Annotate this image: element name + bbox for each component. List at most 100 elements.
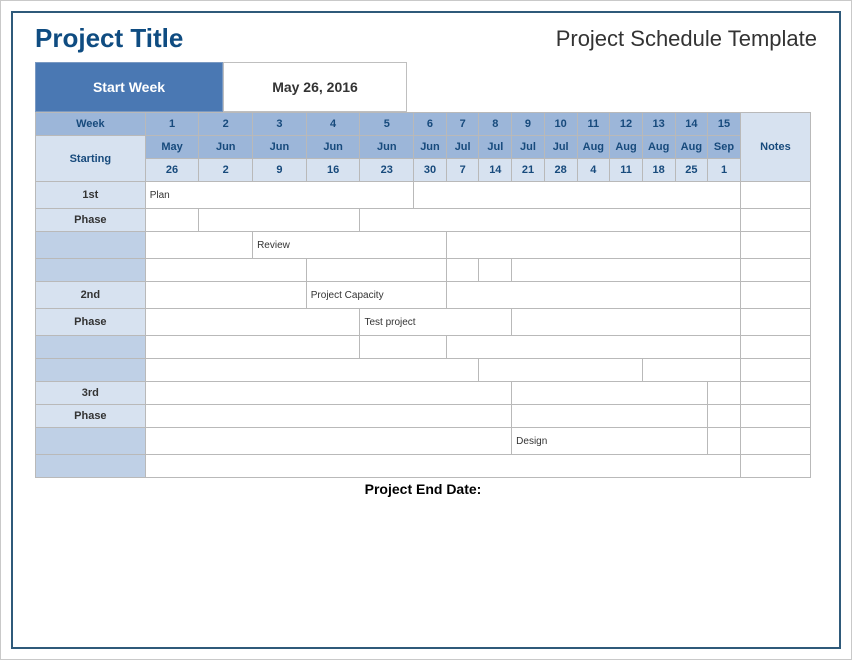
week-num: 14: [675, 113, 708, 136]
day-cell: 1: [708, 159, 741, 182]
day-cell: 26: [145, 159, 199, 182]
week-num: 6: [414, 113, 447, 136]
task-bar[interactable]: [306, 259, 446, 282]
task-bar[interactable]: [479, 259, 512, 282]
task-bar[interactable]: [512, 382, 708, 405]
table-row: [36, 259, 811, 282]
week-num: 7: [446, 113, 479, 136]
day-cell: 14: [479, 159, 512, 182]
day-cell: 25: [675, 159, 708, 182]
week-num: 3: [253, 113, 307, 136]
notes-cell[interactable]: [740, 405, 810, 428]
notes-cell[interactable]: [740, 259, 810, 282]
day-cell: 18: [642, 159, 675, 182]
week-num: 12: [610, 113, 643, 136]
month-row: Starting May Jun Jun Jun Jun Jun Jul Jul…: [36, 136, 811, 159]
week-num: 5: [360, 113, 414, 136]
notes-header: Notes: [740, 113, 810, 182]
table-row: [36, 336, 811, 359]
notes-cell[interactable]: [740, 232, 810, 259]
row-label: [36, 336, 146, 359]
project-title: Project Title: [35, 23, 183, 54]
notes-cell[interactable]: [740, 336, 810, 359]
day-row: 26 2 9 16 23 30 7 14 21 28 4 11 18 25 1: [36, 159, 811, 182]
row-label: [36, 232, 146, 259]
template-title: Project Schedule Template: [556, 26, 817, 52]
week-num: 2: [199, 113, 253, 136]
month-cell: Jun: [414, 136, 447, 159]
task-bar-plan[interactable]: Plan: [145, 182, 413, 209]
day-cell: 9: [253, 159, 307, 182]
day-cell: 30: [414, 159, 447, 182]
table-row: Design: [36, 428, 811, 455]
row-label: 2nd: [36, 282, 146, 309]
task-bar[interactable]: [512, 405, 708, 428]
notes-cell[interactable]: [740, 282, 810, 309]
row-label: [36, 455, 146, 478]
row-label: Phase: [36, 309, 146, 336]
month-cell: Jun: [253, 136, 307, 159]
day-cell: 7: [446, 159, 479, 182]
notes-cell[interactable]: [740, 309, 810, 336]
day-cell: 11: [610, 159, 643, 182]
day-cell: 21: [512, 159, 545, 182]
week-num: 4: [306, 113, 360, 136]
row-label: 3rd: [36, 382, 146, 405]
week-num: 8: [479, 113, 512, 136]
month-cell: Jul: [544, 136, 577, 159]
day-cell: 28: [544, 159, 577, 182]
month-cell: Jun: [360, 136, 414, 159]
task-bar-test[interactable]: Test project: [360, 309, 512, 336]
day-cell: 16: [306, 159, 360, 182]
notes-cell[interactable]: [740, 455, 810, 478]
task-bar-review[interactable]: Review: [253, 232, 447, 259]
end-date-label: Project End Date:: [36, 478, 811, 501]
week-num: 9: [512, 113, 545, 136]
notes-cell[interactable]: [740, 359, 810, 382]
sheet-frame: Project Title Project Schedule Template …: [11, 11, 841, 649]
task-bar-capacity[interactable]: Project Capacity: [306, 282, 446, 309]
month-cell: Jun: [306, 136, 360, 159]
month-cell: Jul: [446, 136, 479, 159]
notes-cell[interactable]: [740, 209, 810, 232]
table-row: [36, 359, 811, 382]
month-cell: Aug: [642, 136, 675, 159]
table-row: Phase Test project: [36, 309, 811, 336]
task-bar[interactable]: [360, 336, 446, 359]
notes-cell[interactable]: [740, 428, 810, 455]
month-cell: Jul: [479, 136, 512, 159]
week-header: Week: [36, 113, 146, 136]
task-bar[interactable]: [199, 209, 360, 232]
month-cell: Jun: [199, 136, 253, 159]
month-cell: May: [145, 136, 199, 159]
start-week-row: Start Week May 26, 2016: [35, 62, 817, 112]
table-row: [36, 455, 811, 478]
table-row: Phase: [36, 405, 811, 428]
week-num: 10: [544, 113, 577, 136]
month-cell: Aug: [675, 136, 708, 159]
start-week-date[interactable]: May 26, 2016: [223, 62, 407, 112]
week-num: 1: [145, 113, 199, 136]
row-label: Phase: [36, 209, 146, 232]
notes-cell[interactable]: [740, 382, 810, 405]
end-date-row: Project End Date:: [36, 478, 811, 501]
day-cell: 4: [577, 159, 610, 182]
week-num: 15: [708, 113, 741, 136]
week-header-row: Week 1 2 3 4 5 6 7 8 9 10 11 12 13 14 15…: [36, 113, 811, 136]
table-row: Phase: [36, 209, 811, 232]
month-cell: Jul: [512, 136, 545, 159]
row-label: [36, 428, 146, 455]
starting-header: Starting: [36, 136, 146, 182]
gantt-table: Week 1 2 3 4 5 6 7 8 9 10 11 12 13 14 15…: [35, 112, 811, 500]
start-week-label: Start Week: [35, 62, 223, 112]
month-cell: Aug: [610, 136, 643, 159]
document-page: Project Title Project Schedule Template …: [0, 0, 852, 660]
task-bar-design[interactable]: Design: [512, 428, 708, 455]
table-row: 3rd: [36, 382, 811, 405]
row-label: 1st: [36, 182, 146, 209]
task-bar[interactable]: [479, 359, 642, 382]
day-cell: 2: [199, 159, 253, 182]
row-label: [36, 359, 146, 382]
notes-cell[interactable]: [740, 182, 810, 209]
month-cell: Aug: [577, 136, 610, 159]
